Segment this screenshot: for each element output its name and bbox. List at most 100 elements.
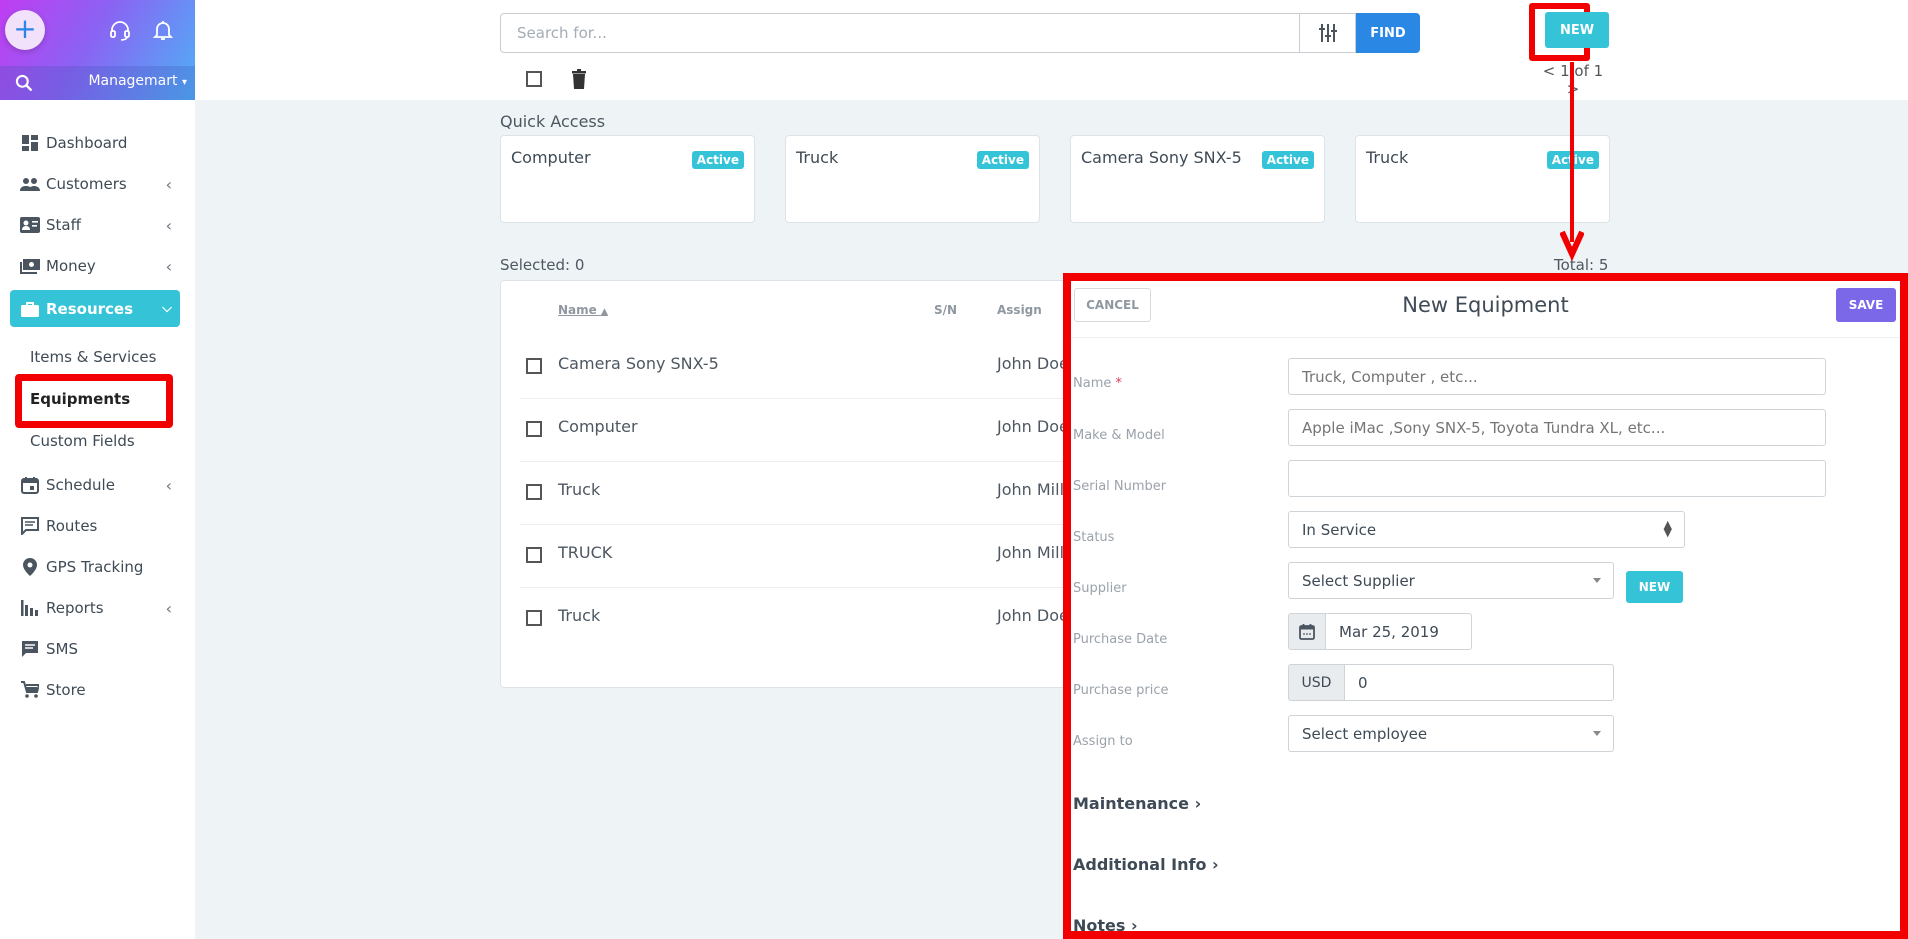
nav-resources[interactable]: Resources ⌵ [10,290,180,327]
calendar-icon [1299,624,1315,640]
annotation-arrow-icon [1560,62,1584,262]
notes-section-toggle[interactable]: Notes › [1073,916,1138,935]
save-button[interactable]: SAVE [1836,288,1896,322]
maintenance-section-toggle[interactable]: Maintenance › [1073,794,1201,813]
nav-label: Store [46,681,86,699]
caret-down-icon: ▾ [181,77,187,88]
row-name: Camera Sony SNX-5 [558,354,719,373]
sliders-icon [1318,24,1337,42]
nav-reports[interactable]: Reports ‹ [20,593,180,623]
chevron-left-icon: ‹ [165,215,172,235]
search-input[interactable] [500,13,1300,53]
caret-down-icon [1593,731,1601,736]
org-switcher[interactable]: Managemart ▾ [88,73,187,89]
select-all-checkbox[interactable] [526,71,542,87]
supplier-select[interactable]: Select Supplier [1288,562,1614,599]
row-checkbox[interactable] [526,484,542,500]
make-model-label: Make & Model [1073,428,1165,443]
card-title: Computer [511,148,591,167]
quick-access-card[interactable]: Camera Sony SNX-5 Active [1070,135,1325,223]
bell-icon[interactable] [151,18,175,42]
table-row[interactable]: Camera Sony SNX-5 John Doe [520,336,1080,399]
money-icon [20,256,40,276]
date-value: Mar 25, 2019 [1339,622,1439,641]
chevron-right-icon: › [1194,794,1202,813]
table-row[interactable]: Truck John Miller [520,462,1080,525]
staff-icon [20,215,40,235]
table-row[interactable]: TRUCK John Miller [520,525,1080,588]
nav-money[interactable]: Money ‹ [20,251,180,281]
purchase-date-label: Purchase Date [1073,632,1168,647]
currency-addon: USD [1288,664,1345,701]
purchase-price-input[interactable]: 0 [1344,664,1614,701]
assign-to-select[interactable]: Select employee [1288,715,1614,752]
row-checkbox[interactable] [526,610,542,626]
filter-button[interactable] [1299,13,1356,53]
column-header-name[interactable]: Name ▲ [558,303,608,317]
updown-icon: ▲ ▼ [1663,518,1672,539]
row-name: Truck [558,606,601,625]
chevron-down-icon: ⌵ [162,301,172,316]
additional-info-section-toggle[interactable]: Additional Info › [1073,855,1219,874]
column-header-assign[interactable]: Assign [997,303,1042,317]
purchase-date-input[interactable]: Mar 25, 2019 [1325,613,1472,650]
nav-items-services[interactable]: Items & Services [30,348,156,366]
nav-label: GPS Tracking [46,558,144,576]
nav-dashboard[interactable]: Dashboard [20,128,180,158]
chevron-right-icon: › [1130,916,1138,935]
nav-staff[interactable]: Staff ‹ [20,210,180,240]
quick-access-card[interactable]: Computer Active [500,135,755,223]
nav-label: Money [46,257,96,275]
find-button[interactable]: FIND [1356,13,1420,53]
nav-schedule[interactable]: Schedule ‹ [20,470,180,500]
sms-icon [20,639,40,659]
nav-gps-tracking[interactable]: GPS Tracking [20,552,180,582]
sidebar: + Managemart ▾ Dashboard Customers ‹ Sta… [0,0,195,939]
nav-store[interactable]: Store [20,675,180,705]
serial-number-input[interactable] [1288,460,1826,497]
table-row[interactable]: Truck John Doe [520,588,1080,651]
dashboard-icon [20,133,40,153]
row-checkbox[interactable] [526,358,542,374]
card-title: Truck [796,148,839,167]
card-title: Camera Sony SNX-5 [1081,148,1242,167]
nav-label: Resources [46,299,134,318]
make-model-input[interactable] [1288,409,1826,446]
chevron-left-icon: ‹ [165,598,172,618]
label-text: Name [1073,376,1112,391]
headset-icon[interactable] [108,18,132,42]
new-equipment-button[interactable]: NEW [1545,12,1609,48]
quick-access-card[interactable]: Truck Active [785,135,1040,223]
search-icon[interactable] [14,73,34,93]
sort-asc-icon: ▲ [600,307,608,317]
nav-label: Schedule [46,476,115,494]
nav-equipments[interactable]: Equipments [30,390,130,408]
chevron-left-icon: ‹ [165,475,172,495]
trash-icon[interactable] [572,69,586,89]
bar-chart-icon [20,598,40,618]
panel-title: New Equipment [1402,293,1569,317]
row-assign: John Doe [997,606,1069,625]
status-badge: Active [1261,151,1314,169]
org-name: Managemart [88,73,178,89]
card-title: Truck [1366,148,1409,167]
nav-sms[interactable]: SMS [20,634,180,664]
name-input[interactable] [1288,358,1826,395]
nav-customers[interactable]: Customers ‹ [20,169,180,199]
routes-icon [20,516,40,536]
quick-access-label: Quick Access [500,112,606,131]
new-supplier-button[interactable]: NEW [1626,571,1683,603]
nav-custom-fields[interactable]: Custom Fields [30,432,135,450]
row-checkbox[interactable] [526,421,542,437]
column-header-sn[interactable]: S/N [934,303,957,317]
section-label: Maintenance [1073,794,1190,813]
table-row[interactable]: Computer John Doe [520,399,1080,462]
row-checkbox[interactable] [526,547,542,563]
row-name: TRUCK [558,543,613,562]
calendar-button[interactable] [1288,613,1326,650]
row-name: Truck [558,480,601,499]
add-button[interactable]: + [5,10,45,50]
status-select[interactable]: In Service ▲ ▼ [1288,511,1685,548]
nav-routes[interactable]: Routes [20,511,180,541]
caret-down-icon [1593,578,1601,583]
